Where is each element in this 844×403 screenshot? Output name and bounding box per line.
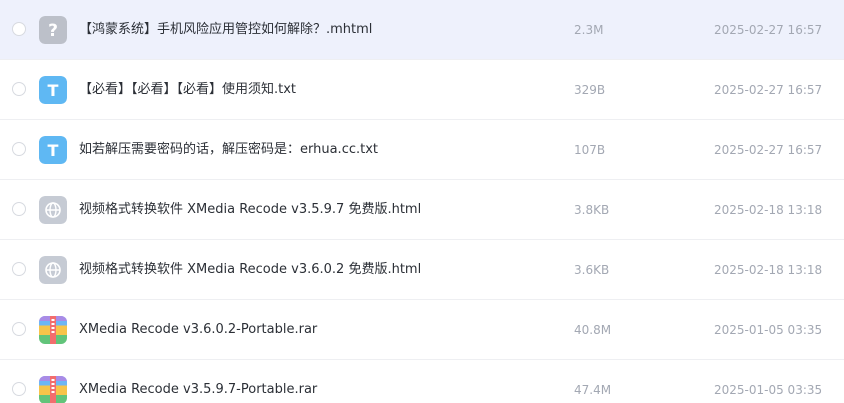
file-date: 2025-01-05 03:35	[714, 383, 823, 397]
file-name[interactable]: 【鸿蒙系统】手机风险应用管控如何解除？.mhtml	[79, 20, 372, 40]
row-checkbox[interactable]	[12, 142, 26, 156]
file-row[interactable]: T 【必看】【必看】【必看】使用须知.txt 329B 2025-02-27 1…	[0, 60, 844, 120]
archive-file-icon	[39, 316, 67, 344]
file-name[interactable]: 【必看】【必看】【必看】使用须知.txt	[79, 80, 296, 100]
row-checkbox[interactable]	[12, 202, 26, 216]
file-row[interactable]: XMedia Recode v3.6.0.2-Portable.rar 40.8…	[0, 300, 844, 360]
file-size: 3.6KB	[574, 263, 610, 277]
row-checkbox[interactable]	[12, 82, 26, 96]
file-size: 107B	[574, 143, 606, 157]
file-size: 329B	[574, 83, 606, 97]
row-checkbox[interactable]	[12, 262, 26, 276]
svg-text:T: T	[48, 141, 59, 160]
file-row[interactable]: 视频格式转换软件 XMedia Recode v3.6.0.2 免费版.html…	[0, 240, 844, 300]
file-date: 2025-01-05 03:35	[714, 323, 823, 337]
file-name[interactable]: 如若解压需要密码的话，解压密码是：erhua.cc.txt	[79, 140, 378, 160]
file-size: 40.8M	[574, 323, 612, 337]
web-file-icon	[39, 256, 67, 284]
file-name[interactable]: 视频格式转换软件 XMedia Recode v3.5.9.7 免费版.html	[79, 200, 421, 220]
file-date: 2025-02-27 16:57	[714, 23, 823, 37]
file-name[interactable]: XMedia Recode v3.5.9.7-Portable.rar	[79, 380, 317, 400]
row-checkbox[interactable]	[12, 22, 26, 36]
file-name[interactable]: 视频格式转换软件 XMedia Recode v3.6.0.2 免费版.html	[79, 260, 421, 280]
file-list: ? 【鸿蒙系统】手机风险应用管控如何解除？.mhtml 2.3M 2025-02…	[0, 0, 844, 403]
text-file-icon: T	[39, 76, 67, 104]
web-file-icon	[39, 196, 67, 224]
file-size: 3.8KB	[574, 203, 610, 217]
svg-text:T: T	[48, 81, 59, 100]
file-size: 47.4M	[574, 383, 612, 397]
file-name[interactable]: XMedia Recode v3.6.0.2-Portable.rar	[79, 320, 317, 340]
svg-text:?: ?	[48, 21, 58, 41]
file-row[interactable]: XMedia Recode v3.5.9.7-Portable.rar 47.4…	[0, 360, 844, 403]
row-checkbox[interactable]	[12, 382, 26, 396]
file-size: 2.3M	[574, 23, 604, 37]
file-date: 2025-02-27 16:57	[714, 143, 823, 157]
file-row[interactable]: ? 【鸿蒙系统】手机风险应用管控如何解除？.mhtml 2.3M 2025-02…	[0, 0, 844, 60]
file-date: 2025-02-27 16:57	[714, 83, 823, 97]
row-checkbox[interactable]	[12, 322, 26, 336]
file-row[interactable]: T 如若解压需要密码的话，解压密码是：erhua.cc.txt 107B 202…	[0, 120, 844, 180]
archive-file-icon	[39, 376, 67, 403]
file-row[interactable]: 视频格式转换软件 XMedia Recode v3.5.9.7 免费版.html…	[0, 180, 844, 240]
unknown-file-icon: ?	[39, 16, 67, 44]
text-file-icon: T	[39, 136, 67, 164]
file-date: 2025-02-18 13:18	[714, 263, 823, 277]
file-date: 2025-02-18 13:18	[714, 203, 823, 217]
